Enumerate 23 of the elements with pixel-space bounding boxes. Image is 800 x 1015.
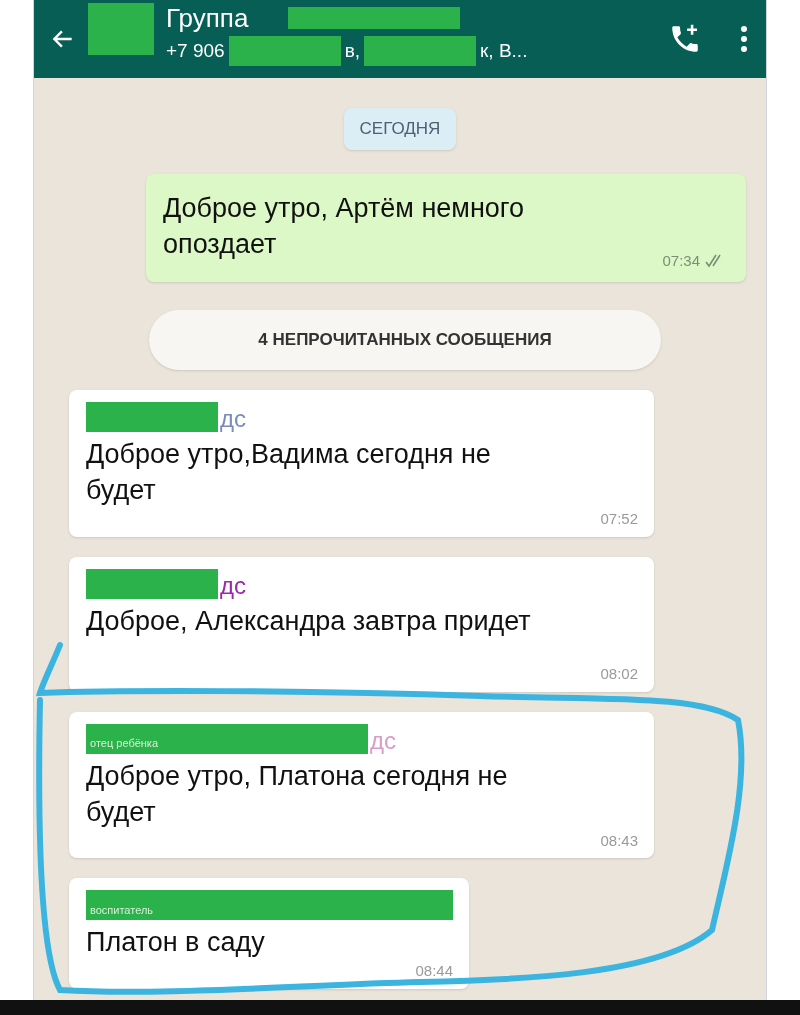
message-text: Доброе утро, Артём немного опоздает (163, 191, 526, 261)
sender-label: воспитатель (90, 902, 154, 918)
message-text: Доброе утро, Платона сегодня не будет (86, 759, 509, 829)
chat-subtitle: к, В... (480, 38, 528, 63)
sender-label: отец ребёнка (90, 736, 159, 751)
message-text: Платон в саду (86, 926, 265, 959)
message-text: Доброе утро,Вадима сегодня не будет (86, 438, 492, 507)
sender-name: дс (220, 572, 246, 599)
message-time: 08:43 (600, 830, 638, 851)
chat-subtitle: +7 906 (166, 38, 225, 63)
sender-name: дс (220, 406, 246, 432)
sender-name: дс (370, 727, 396, 754)
message-time: 08:02 (600, 664, 638, 684)
date-chip: СЕГОДНЯ (343, 108, 457, 150)
menu-icon[interactable] (738, 23, 750, 55)
avatar-redaction (88, 3, 154, 55)
message-time: 07:34 (662, 250, 700, 271)
chat-title: Группа (166, 4, 249, 32)
message-text: Доброе, Александра завтра придет (86, 604, 531, 638)
message-time: 08:44 (415, 961, 453, 981)
chat-subtitle: в, (344, 38, 361, 63)
unread-banner: 4 НЕПРОЧИТАННЫХ СООБЩЕНИЯ (149, 310, 661, 370)
message-time: 07:52 (600, 509, 638, 529)
